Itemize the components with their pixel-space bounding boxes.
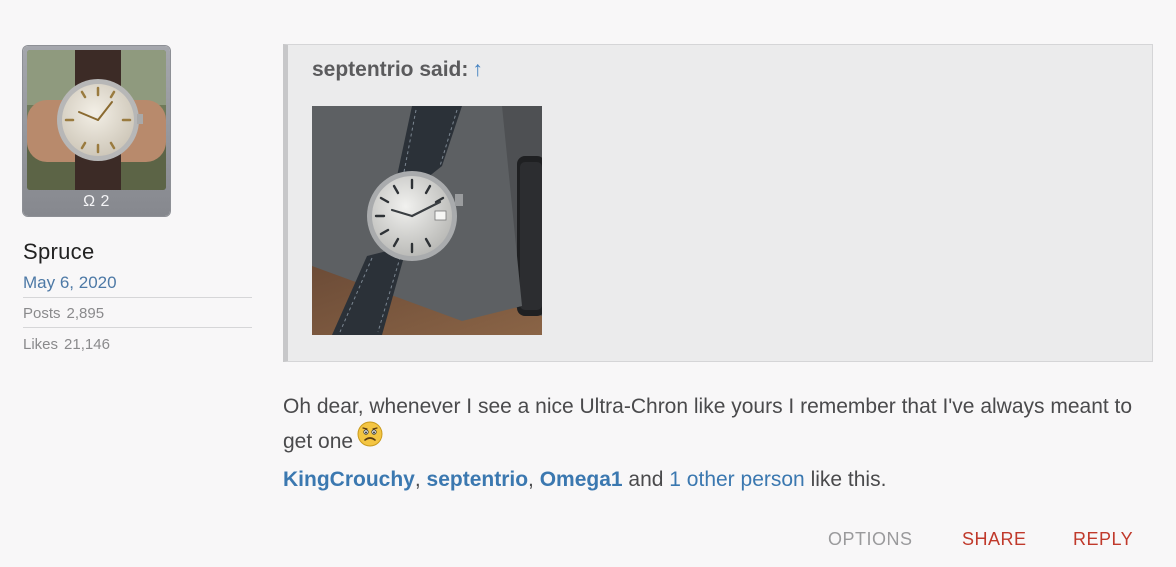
posts-label: Posts bbox=[23, 305, 61, 322]
likes-suffix: like this. bbox=[804, 468, 887, 491]
posts-stat: Posts 2,895 bbox=[23, 305, 104, 322]
likes-and: and bbox=[622, 468, 670, 491]
post-text: Oh dear, whenever I see a nice Ultra-Chr… bbox=[283, 395, 1133, 454]
join-date: May 6, 2020 bbox=[23, 273, 117, 292]
options-button[interactable]: OPTIONS bbox=[828, 529, 913, 550]
likes-value: 21,146 bbox=[64, 336, 110, 353]
avatar-badge: Ω 2 bbox=[83, 193, 110, 210]
worried-face-icon bbox=[357, 421, 383, 458]
jump-to-quote-icon[interactable]: ↑ bbox=[472, 58, 483, 81]
divider bbox=[23, 297, 252, 298]
other-likers-link[interactable]: 1 other person bbox=[669, 468, 804, 491]
quoted-watch-image[interactable] bbox=[312, 106, 542, 335]
liker-link[interactable]: Omega1 bbox=[540, 468, 623, 491]
separator: , bbox=[414, 468, 427, 491]
quote-header: septentrio said: ↑ bbox=[312, 58, 483, 82]
likes-summary: KingCrouchy, septentrio, Omega1 and 1 ot… bbox=[283, 468, 886, 492]
username[interactable]: Spruce bbox=[23, 239, 95, 265]
user-avatar[interactable]: Ω 2 bbox=[23, 46, 170, 216]
posts-value: 2,895 bbox=[66, 305, 105, 322]
liker-link[interactable]: septentrio bbox=[427, 468, 529, 491]
quote-author: septentrio said: bbox=[312, 58, 469, 81]
liker-link[interactable]: KingCrouchy bbox=[283, 468, 415, 491]
divider bbox=[23, 327, 252, 328]
avatar-watch-image bbox=[27, 50, 166, 190]
post-message: Oh dear, whenever I see a nice Ultra-Chr… bbox=[283, 390, 1143, 461]
reply-button[interactable]: REPLY bbox=[1073, 529, 1133, 550]
likes-stat: Likes 21,146 bbox=[23, 336, 110, 353]
quote-block: septentrio said: ↑ bbox=[283, 44, 1153, 362]
share-button[interactable]: SHARE bbox=[962, 529, 1027, 550]
separator: , bbox=[528, 468, 540, 491]
likes-label: Likes bbox=[23, 336, 59, 353]
